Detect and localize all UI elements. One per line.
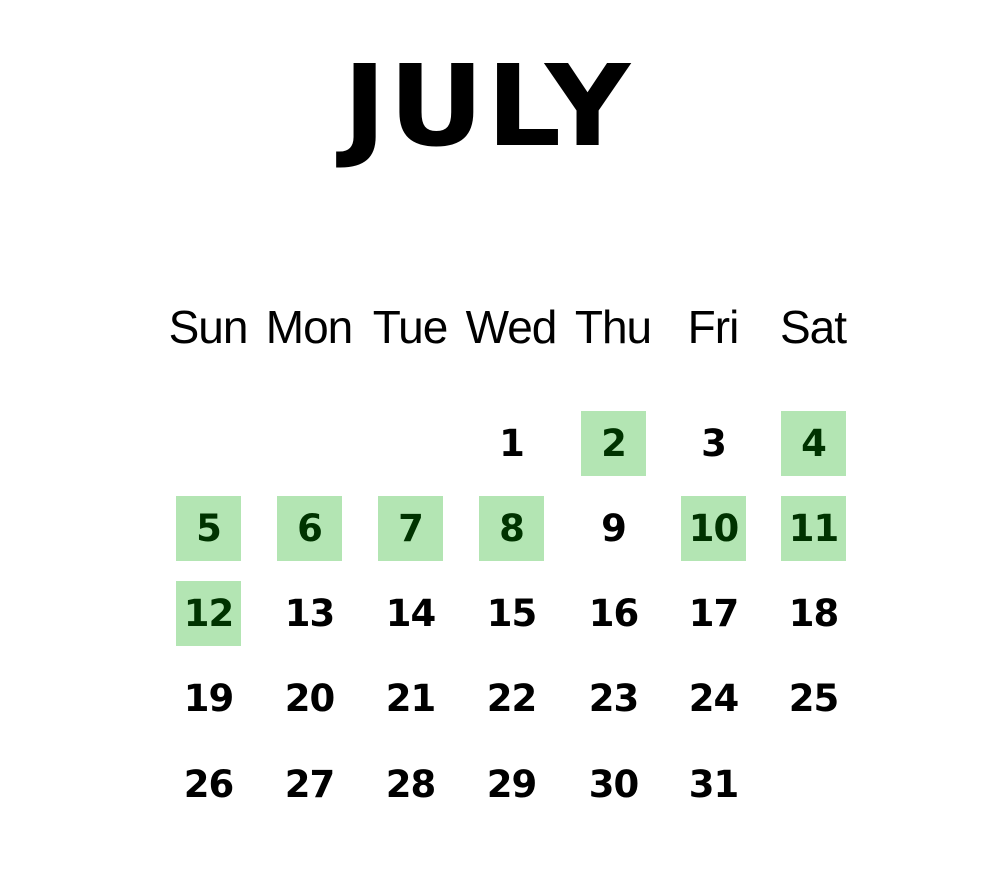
month-title: JULY: [342, 42, 633, 172]
weekday-header-sat: Sat: [779, 301, 847, 353]
day-cell: 29: [486, 763, 538, 806]
weekday-header-mon: Mon: [265, 301, 353, 353]
day-cell: 17: [688, 592, 740, 635]
day-cell: 18: [788, 592, 840, 635]
day-cell: 9: [601, 507, 627, 550]
day-cell: 20: [284, 677, 336, 720]
day-cell: 3: [701, 422, 727, 465]
day-cell: 28: [385, 763, 437, 806]
day-cell: 24: [688, 677, 740, 720]
day-cell: 1: [499, 422, 525, 465]
day-cell: 27: [284, 763, 336, 806]
day-cell: 11: [781, 496, 846, 561]
weekday-header-thu: Thu: [574, 301, 652, 353]
day-cell: 2: [581, 411, 646, 476]
day-cell: 15: [486, 592, 538, 635]
day-cell: 21: [385, 677, 437, 720]
day-cell: 4: [781, 411, 846, 476]
day-cell: 19: [183, 677, 235, 720]
day-cell: 25: [788, 677, 840, 720]
day-cell: 22: [486, 677, 538, 720]
day-cell: 6: [277, 496, 342, 561]
day-cell: 14: [385, 592, 437, 635]
day-cell: 26: [183, 763, 235, 806]
weekday-header-tue: Tue: [372, 301, 449, 353]
day-cell: 16: [588, 592, 640, 635]
day-cell: 10: [681, 496, 746, 561]
day-cell: 12: [176, 581, 241, 646]
day-cell: 13: [284, 592, 336, 635]
day-cell: 5: [176, 496, 241, 561]
weekday-header-fri: Fri: [687, 301, 740, 353]
day-cell: 8: [479, 496, 544, 561]
day-cell: 7: [378, 496, 443, 561]
day-cell: 23: [588, 677, 640, 720]
weekday-header-sun: Sun: [168, 301, 249, 353]
day-cell: 30: [588, 763, 640, 806]
day-cell: 31: [688, 763, 740, 806]
weekday-header-wed: Wed: [465, 301, 558, 353]
